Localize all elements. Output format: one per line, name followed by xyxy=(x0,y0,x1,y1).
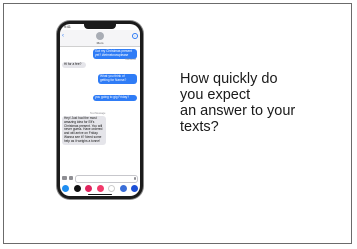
phone-notch xyxy=(84,24,116,29)
slide: 9:41 ‹ Mom i Got my Christmas present ye… xyxy=(3,3,352,244)
camera-icon[interactable] xyxy=(62,176,67,180)
phone-mockup: 9:41 ‹ Mom i Got my Christmas present ye… xyxy=(57,21,143,199)
input-bar xyxy=(62,175,138,183)
sticker-app-icon[interactable] xyxy=(96,184,104,192)
message-input[interactable] xyxy=(75,175,138,183)
photos-app-icon[interactable] xyxy=(108,184,115,192)
contact-name: Mom xyxy=(96,41,104,45)
message-type-label: Text Message xyxy=(90,112,106,115)
question-text: How quickly do you expect an answer to y… xyxy=(180,71,350,135)
avatar[interactable] xyxy=(96,32,104,40)
message-bubble-outgoing: What you think of getting for Nanna? xyxy=(98,74,137,84)
more-apps-icon[interactable] xyxy=(131,184,138,192)
search-app-icon[interactable] xyxy=(119,184,127,192)
question-line: you expect xyxy=(180,87,251,103)
phone-screen: 9:41 ‹ Mom i Got my Christmas present ye… xyxy=(60,24,140,196)
app-store-icon[interactable] xyxy=(62,184,69,192)
chevron-left-icon[interactable]: ‹ xyxy=(62,33,64,39)
status-time: 9:41 xyxy=(64,25,71,29)
message-bubble-outgoing: you going to gig Friday? xyxy=(93,95,137,101)
question-line: texts? xyxy=(180,119,219,135)
question-line: an answer to your xyxy=(180,103,296,119)
app-store-icon[interactable] xyxy=(69,176,73,180)
message-bubble-incoming: Hi for a fee? xyxy=(62,62,86,68)
conversation-header: ‹ Mom i xyxy=(60,30,140,47)
home-indicator xyxy=(88,194,112,195)
app-drawer xyxy=(62,184,138,192)
question-line: How quickly do xyxy=(180,71,278,87)
mic-icon[interactable] xyxy=(134,177,136,180)
info-icon[interactable]: i xyxy=(132,33,138,39)
delivered-label: Delivered xyxy=(125,58,136,61)
music-app-icon[interactable] xyxy=(85,184,92,192)
apple-pay-icon[interactable] xyxy=(73,184,81,192)
message-bubble-incoming: Hey! Just had the most amazing idea for … xyxy=(62,116,106,145)
